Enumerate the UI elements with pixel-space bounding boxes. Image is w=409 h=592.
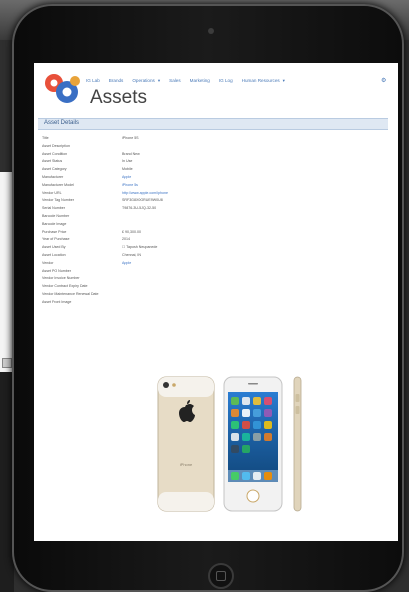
detail-label: Asset Front Image [42,299,72,304]
detail-row: Serial Number T9876-3U-5JQ-32-50 [42,206,382,214]
detail-row: Asset Front Image [42,300,382,308]
detail-row: Asset Status In Use [42,159,382,167]
detail-row: Year of Purchase 2014 [42,237,382,245]
chevron-down-icon[interactable]: ▾ [283,78,285,88]
section-title: Asset Details [44,120,80,126]
scroll-arrow-icon [2,358,12,368]
phone-front-image [223,376,283,512]
vendor-url-link[interactable]: http://www.apple.com/iphone [122,191,168,195]
settings-icon[interactable]: ⚙ [381,77,386,84]
detail-row: Vendor Contract Expiry Date [42,284,382,292]
detail-row: Purchase Price £ 90,300.00 [42,230,382,238]
detail-label: Vendor URL [42,190,62,195]
detail-label: Barcode Number [42,213,70,218]
detail-label: Serial Number [42,206,65,211]
detail-label: Vendor Invoice Number [42,276,80,281]
detail-row: Barcode Number [42,214,382,222]
nav-marketing[interactable]: Marketing [190,78,210,88]
detail-value: iPhone 5S [122,136,139,140]
detail-value: 2014 [122,237,130,242]
detail-row: Vendor Apple [42,261,382,269]
detail-value: In Use [122,159,133,164]
svg-text:iPhone: iPhone [180,462,193,467]
home-button[interactable] [208,563,234,589]
home-square-icon [216,571,226,581]
detail-row: Asset Condition Brand New [42,152,382,160]
tablet-frame: IG Lab Brands Operations ▾ Sales Marketi… [12,4,404,592]
phone-side-image [293,376,302,512]
page-header: IG Lab Brands Operations ▾ Sales Marketi… [34,63,398,115]
detail-row: Asset Category Mobile [42,167,382,175]
detail-label: Asset Location [42,252,66,257]
camera-icon [208,28,214,34]
tablet-screen: IG Lab Brands Operations ▾ Sales Marketi… [34,63,398,541]
detail-row: Title iPhone 5S [42,136,382,144]
detail-label: Title [42,136,49,140]
detail-row: Asset PO Number [42,269,382,277]
detail-row: Asset Used By ☐ Taposh Neupanede [42,245,382,253]
nav-human-resources[interactable]: Human Resources [242,78,280,88]
asset-front-image: iPhone [157,376,302,512]
detail-row: Asset Description [42,144,382,152]
page-title: Assets [90,87,148,108]
detail-label: Manufacturer [42,174,64,179]
detail-label: Vendor Tag Number [42,198,74,203]
detail-label: Asset Used By [42,245,66,250]
detail-label: Asset PO Number [42,268,71,273]
detail-row: Vendor Tag Number SRF3G8X0GRUE9W0U8 [42,198,382,206]
detail-label: Asset Category [42,167,67,172]
nav-iglog[interactable]: IG Log [219,78,233,88]
detail-label: Vendor Contract Expiry Date [42,284,88,289]
detail-label: Year of Purchase [42,237,70,242]
detail-label: Asset Status [42,159,63,164]
detail-label: Asset Condition [42,151,68,156]
nav-sales[interactable]: Sales [169,78,181,88]
detail-value: ☐ Taposh Neupanede [122,245,158,250]
detail-label: Asset Description [42,143,70,148]
detail-label: Barcode Image [42,221,67,226]
detail-value: £ 90,300.00 [122,229,141,234]
phone-back-image: iPhone [157,376,215,512]
chevron-down-icon[interactable]: ▾ [158,78,160,88]
detail-value: Mobile [122,167,133,172]
manufacturer-link[interactable]: Apple [122,175,131,179]
detail-label: Purchase Price [42,229,67,234]
vendor-link[interactable]: Apple [122,261,131,265]
detail-value: Brand New [122,151,140,156]
detail-row: Vendor Maintenance Renewal Date [42,292,382,300]
detail-row: Asset Location Chennai, IN [42,253,382,261]
detail-row: Barcode Image [42,222,382,230]
detail-value: SRF3G8X0GRUE9W0U8 [122,198,163,203]
logo-gears-icon [45,74,80,103]
detail-value: Chennai, IN [122,252,141,257]
detail-label: Vendor [42,260,54,265]
detail-row: Manufacturer Apple [42,175,382,183]
detail-label: Manufacturer Model [42,182,74,187]
detail-row: Vendor URL http://www.apple.com/iphone [42,191,382,199]
detail-label: Vendor Maintenance Renewal Date [42,291,99,296]
detail-value: T9876-3U-5JQ-32-50 [122,206,157,211]
section-header: Asset Details [38,118,388,130]
detail-row: Manufacturer Model iPhone 5s [42,183,382,191]
asset-details-list: Title iPhone 5S Asset Description Asset C… [42,136,382,308]
detail-row: Vendor Invoice Number [42,276,382,284]
model-link[interactable]: iPhone 5s [122,183,138,187]
